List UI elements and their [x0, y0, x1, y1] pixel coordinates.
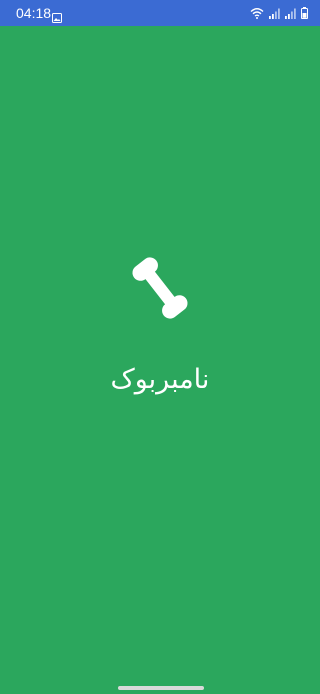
- status-time: 04:18: [16, 5, 52, 21]
- status-icons: [250, 7, 308, 19]
- battery-icon: [301, 7, 308, 19]
- splash-content: نامبربوک: [0, 250, 320, 410]
- gallery-icon: [52, 8, 62, 23]
- app-name: نامبربوک: [110, 364, 210, 395]
- wifi-icon: [250, 7, 264, 19]
- signal-icon: [285, 8, 296, 19]
- home-indicator[interactable]: [118, 686, 204, 690]
- phone-handset-icon: [124, 252, 196, 324]
- signal-icon: [269, 8, 280, 19]
- status-bar: 04:18: [0, 0, 320, 26]
- splash-screen: 04:18 نامبربوک: [0, 0, 320, 694]
